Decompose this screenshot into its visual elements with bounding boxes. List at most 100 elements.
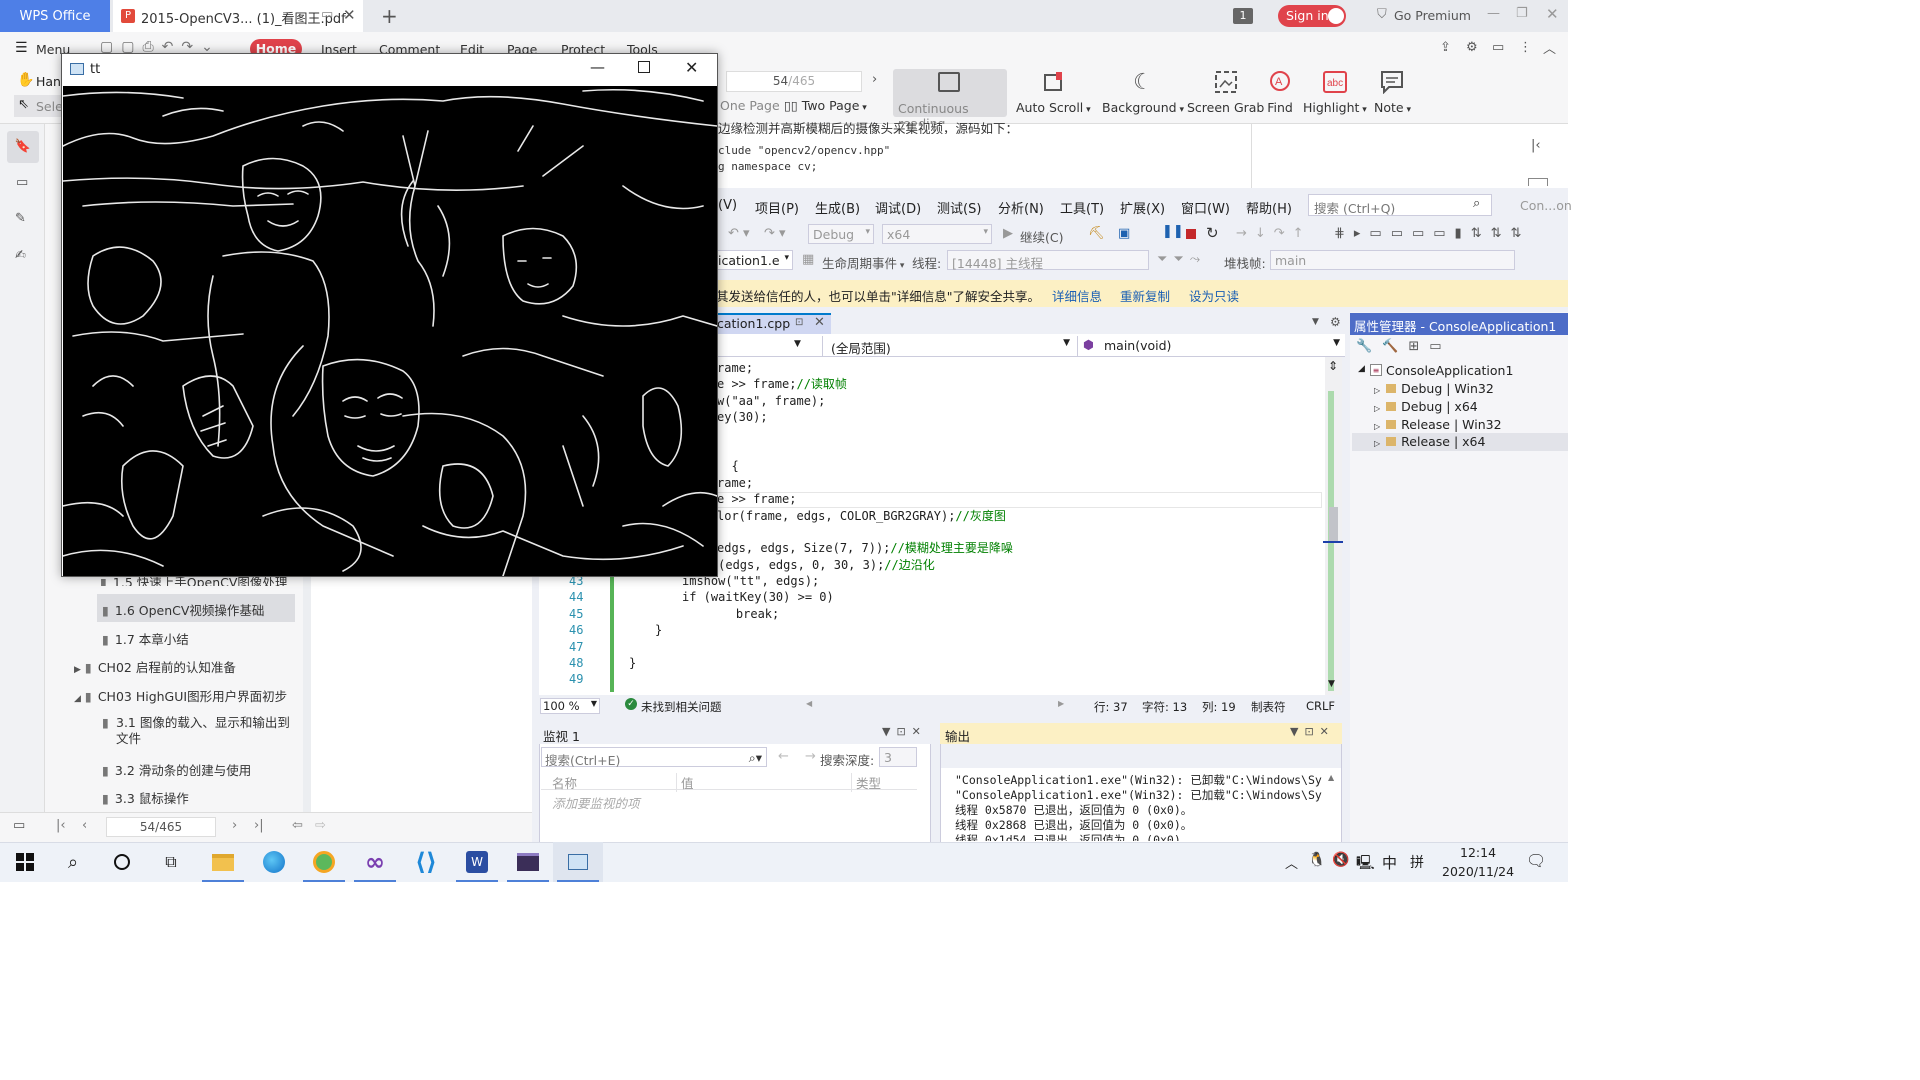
vscode-icon[interactable]: ⟨⟩ xyxy=(401,842,451,882)
tray-overflow-icon[interactable]: ︿ xyxy=(1285,853,1298,872)
search-taskbar-icon[interactable]: ⌕ xyxy=(48,842,98,882)
platform-dropdown[interactable]: x64 ▾ xyxy=(882,224,992,244)
bookmark-panel-button[interactable]: 🔖 xyxy=(7,131,39,163)
vs-menu-tools[interactable]: 工具(T) xyxy=(1060,198,1104,217)
infobar-details-link[interactable]: 详细信息 xyxy=(1052,286,1102,305)
redo-icon[interactable]: ↷ ▾ xyxy=(764,226,786,241)
property-toolbar-icons[interactable]: 🔧🔨⊞▭ xyxy=(1356,339,1452,354)
config-dropdown[interactable]: Debug ▾ xyxy=(808,224,874,244)
vs-menu-project[interactable]: 项目(P) xyxy=(755,198,799,217)
wps-taskbar-icon[interactable]: W xyxy=(452,842,502,882)
vs-menu-analyze[interactable]: 分析(N) xyxy=(998,198,1044,217)
toc-item-3-3[interactable]: ▮ 3.3 鼠标操作 xyxy=(102,788,189,807)
property-item-release-win32[interactable]: ▷ Release | Win32 xyxy=(1374,417,1502,432)
live-share-button[interactable]: Con...on xyxy=(1520,198,1572,213)
sidebar-toggle-icon[interactable]: ▭ xyxy=(13,818,25,833)
undo-icon[interactable]: ↶ ▾ xyxy=(728,226,750,241)
add-watch-placeholder[interactable]: 添加要监视的项 xyxy=(552,793,640,812)
vs-menu-view[interactable]: (V) xyxy=(718,198,737,213)
expand-arrow-icon[interactable]: ▶ xyxy=(74,665,81,675)
start-button[interactable] xyxy=(0,842,50,882)
zoom-dropdown[interactable]: 100 % ▼ xyxy=(540,698,600,714)
last-page-icon[interactable]: ›| xyxy=(254,818,264,833)
toc-item-3-2[interactable]: ▮ 3.2 滑动条的创建与使用 xyxy=(102,760,251,779)
feedback-icon[interactable]: ▭ xyxy=(1492,40,1504,55)
edge-browser-icon[interactable] xyxy=(249,842,299,882)
tree-collapse-arrow[interactable]: ◢ xyxy=(1358,364,1365,374)
output-scroll-up-icon[interactable]: ▲ xyxy=(1328,773,1334,782)
watch-col-name[interactable]: 名称 xyxy=(552,773,577,792)
window-count-badge[interactable]: 1 xyxy=(1233,8,1253,24)
scope-dropdown[interactable]: (全局范围) ▼ xyxy=(822,336,1072,356)
step-icons[interactable]: →↓↷↑ xyxy=(1236,226,1312,241)
ime-mode[interactable]: 中 xyxy=(1382,852,1397,873)
annotation-icon[interactable]: ✎ xyxy=(15,211,26,226)
one-page-button[interactable]: One Page xyxy=(720,98,780,113)
cortana-icon[interactable] xyxy=(97,842,147,882)
close-tab-icon[interactable]: ✕ xyxy=(814,315,825,330)
browse-icon[interactable]: ⛏ xyxy=(1088,226,1105,241)
select-tool[interactable]: ⇖ Select xyxy=(14,95,75,117)
search-depth-dropdown[interactable]: 3 xyxy=(879,747,917,767)
tree-expand-arrow[interactable]: ▷ xyxy=(1374,386,1380,395)
toc-item-3-1[interactable]: ▮ 3.1 图像的载入、显示和输出到文件 xyxy=(102,715,292,747)
toolbar-icons-right[interactable]: ⋕▸▭▭▭▭▮⇅⇅⇅ xyxy=(1334,226,1530,241)
tree-expand-arrow[interactable]: ▷ xyxy=(1374,422,1380,431)
next-page-bottom-icon[interactable]: › xyxy=(232,818,237,833)
editor-settings-icon[interactable]: ⚙ xyxy=(1330,315,1341,329)
continue-button[interactable]: 继续(C) xyxy=(1020,227,1063,246)
minimize-icon[interactable]: — xyxy=(1487,6,1500,21)
code-line[interactable]: 46} xyxy=(539,622,1319,638)
property-root[interactable]: ConsoleApplication1 xyxy=(1386,363,1513,378)
vs-menu-debug[interactable]: 调试(D) xyxy=(875,198,921,217)
code-line[interactable]: 48} xyxy=(539,655,1319,671)
code-line[interactable]: 44 if (waitKey(30) >= 0) xyxy=(539,589,1319,605)
task-view-icon[interactable]: ⧉ xyxy=(146,842,196,882)
back-icon[interactable]: ⇦ xyxy=(292,818,303,833)
split-icon[interactable]: ⇕ xyxy=(1328,359,1338,373)
prev-page-icon[interactable]: ‹ xyxy=(82,818,87,833)
next-page-icon[interactable]: › xyxy=(872,72,877,87)
tt-maximize-icon[interactable] xyxy=(638,61,650,73)
watch-nav-arrows[interactable]: ← → xyxy=(778,749,822,764)
console-taskbar-icon[interactable] xyxy=(503,842,553,882)
scroll-thumb[interactable] xyxy=(1329,507,1338,543)
status-tabs[interactable]: 制表符 xyxy=(1251,699,1286,715)
hand-tool-icon[interactable]: ✋ xyxy=(17,72,34,88)
no-issues-label[interactable]: 未找到相关问题 xyxy=(641,699,722,715)
tab-monitor-icon[interactable]: ▭ xyxy=(321,7,333,22)
watch-col-value[interactable]: 值 xyxy=(676,773,694,792)
toc-item-ch03[interactable]: ◢ ▮ CH03 HighGUI图形用户界面初步 xyxy=(74,686,287,705)
find-button[interactable]: A Find xyxy=(1266,68,1294,115)
infobar-readonly-link[interactable]: 设为只读 xyxy=(1189,286,1239,305)
pin-icon[interactable]: ⊡ xyxy=(795,317,803,328)
forward-icon[interactable]: ⇨ xyxy=(315,818,326,833)
screenshot-icon[interactable]: ▣ xyxy=(1118,226,1130,241)
thread-dropdown[interactable]: [14448] 主线程 xyxy=(947,250,1149,271)
wps-office-tab[interactable]: WPS Office xyxy=(0,0,110,32)
sign-in-button[interactable]: Sign in xyxy=(1278,5,1346,27)
visual-studio-icon[interactable]: ∞ xyxy=(350,842,400,882)
restore-icon[interactable]: ❐ xyxy=(1516,6,1528,21)
signature-icon[interactable]: ✍ xyxy=(15,248,26,263)
tree-expand-arrow[interactable]: ▷ xyxy=(1374,439,1380,448)
hscroll-right-icon[interactable]: ▶ xyxy=(1058,699,1064,708)
screen-grab-button[interactable]: Screen Grab xyxy=(1187,68,1264,115)
file-explorer-icon[interactable] xyxy=(198,842,248,882)
filter-icons[interactable]: ⏷⏷⤳ xyxy=(1157,252,1206,267)
watch-search-input[interactable]: 搜索(Ctrl+E) ⌕▾ xyxy=(541,747,767,768)
close-window-icon[interactable]: ✕ xyxy=(1546,5,1559,23)
toc-item-1-7[interactable]: ▮ 1.7 本章小结 xyxy=(102,629,189,648)
output-panel-controls[interactable]: ▼⊡✕ xyxy=(1290,725,1335,738)
tt-close-icon[interactable]: ✕ xyxy=(685,58,698,77)
editor-vscrollbar[interactable]: ⇕ ▼ xyxy=(1323,357,1343,695)
editor-tab-active[interactable]: cation1.cpp ⊡ ✕ xyxy=(717,313,831,334)
code-line[interactable]: 49 xyxy=(539,671,1319,687)
watch-col-type[interactable]: 类型 xyxy=(851,773,881,792)
ime-pinyin[interactable]: 拼 xyxy=(1410,852,1424,872)
status-eol[interactable]: CRLF xyxy=(1306,699,1335,713)
background-button[interactable]: ☾ Background ▾ xyxy=(1102,68,1184,116)
code-line[interactable]: 47 xyxy=(539,639,1319,655)
infobar-recopy-link[interactable]: 重新复制 xyxy=(1120,286,1170,305)
menu-icon[interactable]: ☰ xyxy=(15,40,28,56)
